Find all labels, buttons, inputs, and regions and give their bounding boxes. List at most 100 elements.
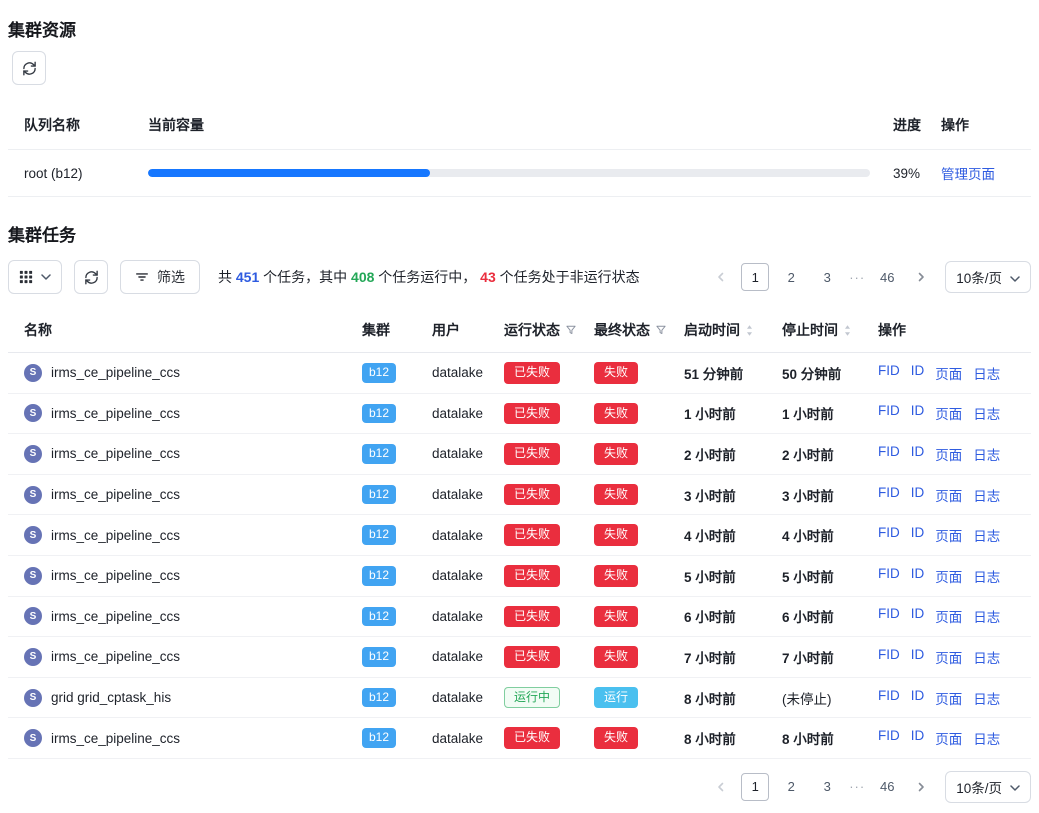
col-stop-time: 停止时间 (782, 320, 878, 340)
action-link-fid[interactable]: FID (878, 403, 900, 423)
run-status-filter-icon[interactable] (565, 324, 577, 336)
pagination-page-2[interactable]: 2 (777, 773, 805, 801)
action-link-fid[interactable]: FID (878, 647, 900, 667)
start-time: 7 小时前 (684, 647, 782, 667)
action-link-id[interactable]: ID (911, 485, 925, 505)
pagination-page-46[interactable]: 46 (873, 773, 901, 801)
action-link-日志[interactable]: 日志 (973, 403, 1000, 423)
tasks-table-header: 名称 集群 用户 运行状态 最终状态 启动时间 (8, 308, 1031, 353)
final-status-badge: 失败 (594, 443, 638, 465)
task-avatar: S (24, 567, 42, 585)
action-link-id[interactable]: ID (911, 606, 925, 626)
action-link-页面[interactable]: 页面 (935, 688, 962, 708)
action-link-页面[interactable]: 页面 (935, 606, 962, 626)
pagination-prev-icon[interactable] (709, 265, 733, 289)
pagination-page-3[interactable]: 3 (813, 773, 841, 801)
cluster-tasks-section: 集群任务 (8, 221, 1031, 803)
start-time: 51 分钟前 (684, 363, 782, 383)
action-link-页面[interactable]: 页面 (935, 728, 962, 748)
row-actions: FID ID 页面日志 (878, 566, 1031, 586)
col-resource-actions: 操作 (941, 115, 1015, 135)
pagination-next-icon[interactable] (909, 775, 933, 799)
stop-time: 1 小时前 (782, 403, 878, 423)
task-name: irms_ce_pipeline_ccs (51, 649, 180, 664)
action-link-fid[interactable]: FID (878, 728, 900, 748)
action-link-日志[interactable]: 日志 (973, 647, 1000, 667)
table-row: S irms_ce_pipeline_ccs b12 datalake 已失败 … (8, 637, 1031, 678)
grid-view-dropdown-button[interactable] (8, 260, 62, 294)
action-link-id[interactable]: ID (911, 363, 925, 383)
pagination-next-icon[interactable] (909, 265, 933, 289)
stop-time: 3 小时前 (782, 485, 878, 505)
table-row: S irms_ce_pipeline_ccs b12 datalake 已失败 … (8, 515, 1031, 556)
start-time-sort-icon[interactable] (745, 324, 754, 337)
action-link-日志[interactable]: 日志 (973, 485, 1000, 505)
row-actions: FID ID 页面日志 (878, 485, 1031, 505)
pagination-page-3[interactable]: 3 (813, 263, 841, 291)
action-link-id[interactable]: ID (911, 566, 925, 586)
stop-time: 7 小时前 (782, 647, 878, 667)
task-name: irms_ce_pipeline_ccs (51, 365, 180, 380)
action-link-id[interactable]: ID (911, 688, 925, 708)
action-link-id[interactable]: ID (911, 403, 925, 423)
action-link-页面[interactable]: 页面 (935, 485, 962, 505)
action-link-页面[interactable]: 页面 (935, 363, 962, 383)
action-link-日志[interactable]: 日志 (973, 606, 1000, 626)
start-time: 3 小时前 (684, 485, 782, 505)
run-status-badge: 已失败 (504, 524, 560, 546)
action-link-id[interactable]: ID (911, 728, 925, 748)
resources-refresh-button[interactable] (12, 51, 46, 85)
stop-time-sort-icon[interactable] (843, 324, 852, 337)
action-link-日志[interactable]: 日志 (973, 525, 1000, 545)
action-link-fid[interactable]: FID (878, 525, 900, 545)
filter-button[interactable]: 筛选 (120, 260, 200, 294)
pagination-page-1[interactable]: 1 (741, 773, 769, 801)
tasks-refresh-button[interactable] (74, 260, 108, 294)
pagination-page-2[interactable]: 2 (777, 263, 805, 291)
action-link-页面[interactable]: 页面 (935, 403, 962, 423)
stop-time: 50 分钟前 (782, 363, 878, 383)
action-link-日志[interactable]: 日志 (973, 566, 1000, 586)
action-link-日志[interactable]: 日志 (973, 728, 1000, 748)
action-link-日志[interactable]: 日志 (973, 444, 1000, 464)
tasks-table-body: S irms_ce_pipeline_ccs b12 datalake 已失败 … (8, 353, 1031, 759)
action-link-fid[interactable]: FID (878, 566, 900, 586)
run-status-badge: 已失败 (504, 727, 560, 749)
action-link-fid[interactable]: FID (878, 444, 900, 464)
tasks-toolbar: 筛选 共 451 个任务，其中 408 个任务运行中， 43 个任务处于非运行状… (8, 260, 1031, 294)
start-time: 4 小时前 (684, 525, 782, 545)
action-link-fid[interactable]: FID (878, 606, 900, 626)
action-link-页面[interactable]: 页面 (935, 566, 962, 586)
manage-page-link[interactable]: 管理页面 (941, 167, 995, 182)
action-link-id[interactable]: ID (911, 647, 925, 667)
row-actions: FID ID 页面日志 (878, 403, 1031, 423)
action-link-页面[interactable]: 页面 (935, 647, 962, 667)
action-link-fid[interactable]: FID (878, 688, 900, 708)
page-size-select[interactable]: 10条/页 (945, 261, 1031, 293)
action-link-id[interactable]: ID (911, 525, 925, 545)
run-status-badge: 已失败 (504, 484, 560, 506)
table-row: S irms_ce_pipeline_ccs b12 datalake 已失败 … (8, 475, 1031, 516)
run-status-badge: 已失败 (504, 606, 560, 628)
action-link-fid[interactable]: FID (878, 485, 900, 505)
cluster-tag: b12 (362, 728, 396, 748)
action-link-页面[interactable]: 页面 (935, 525, 962, 545)
page-size-select[interactable]: 10条/页 (945, 771, 1031, 803)
stop-time: 4 小时前 (782, 525, 878, 545)
final-status-filter-icon[interactable] (655, 324, 667, 336)
task-name: irms_ce_pipeline_ccs (51, 446, 180, 461)
cluster-tag: b12 (362, 404, 396, 424)
pagination-prev-icon[interactable] (709, 775, 733, 799)
filter-lines-icon (135, 270, 149, 284)
action-link-id[interactable]: ID (911, 444, 925, 464)
pagination-page-1[interactable]: 1 (741, 263, 769, 291)
task-name: irms_ce_pipeline_ccs (51, 731, 180, 746)
final-status-badge: 失败 (594, 484, 638, 506)
action-link-fid[interactable]: FID (878, 363, 900, 383)
pagination-page-46[interactable]: 46 (873, 263, 901, 291)
cluster-tag: b12 (362, 363, 396, 383)
action-link-页面[interactable]: 页面 (935, 444, 962, 464)
action-link-日志[interactable]: 日志 (973, 363, 1000, 383)
action-link-日志[interactable]: 日志 (973, 688, 1000, 708)
task-avatar: S (24, 445, 42, 463)
